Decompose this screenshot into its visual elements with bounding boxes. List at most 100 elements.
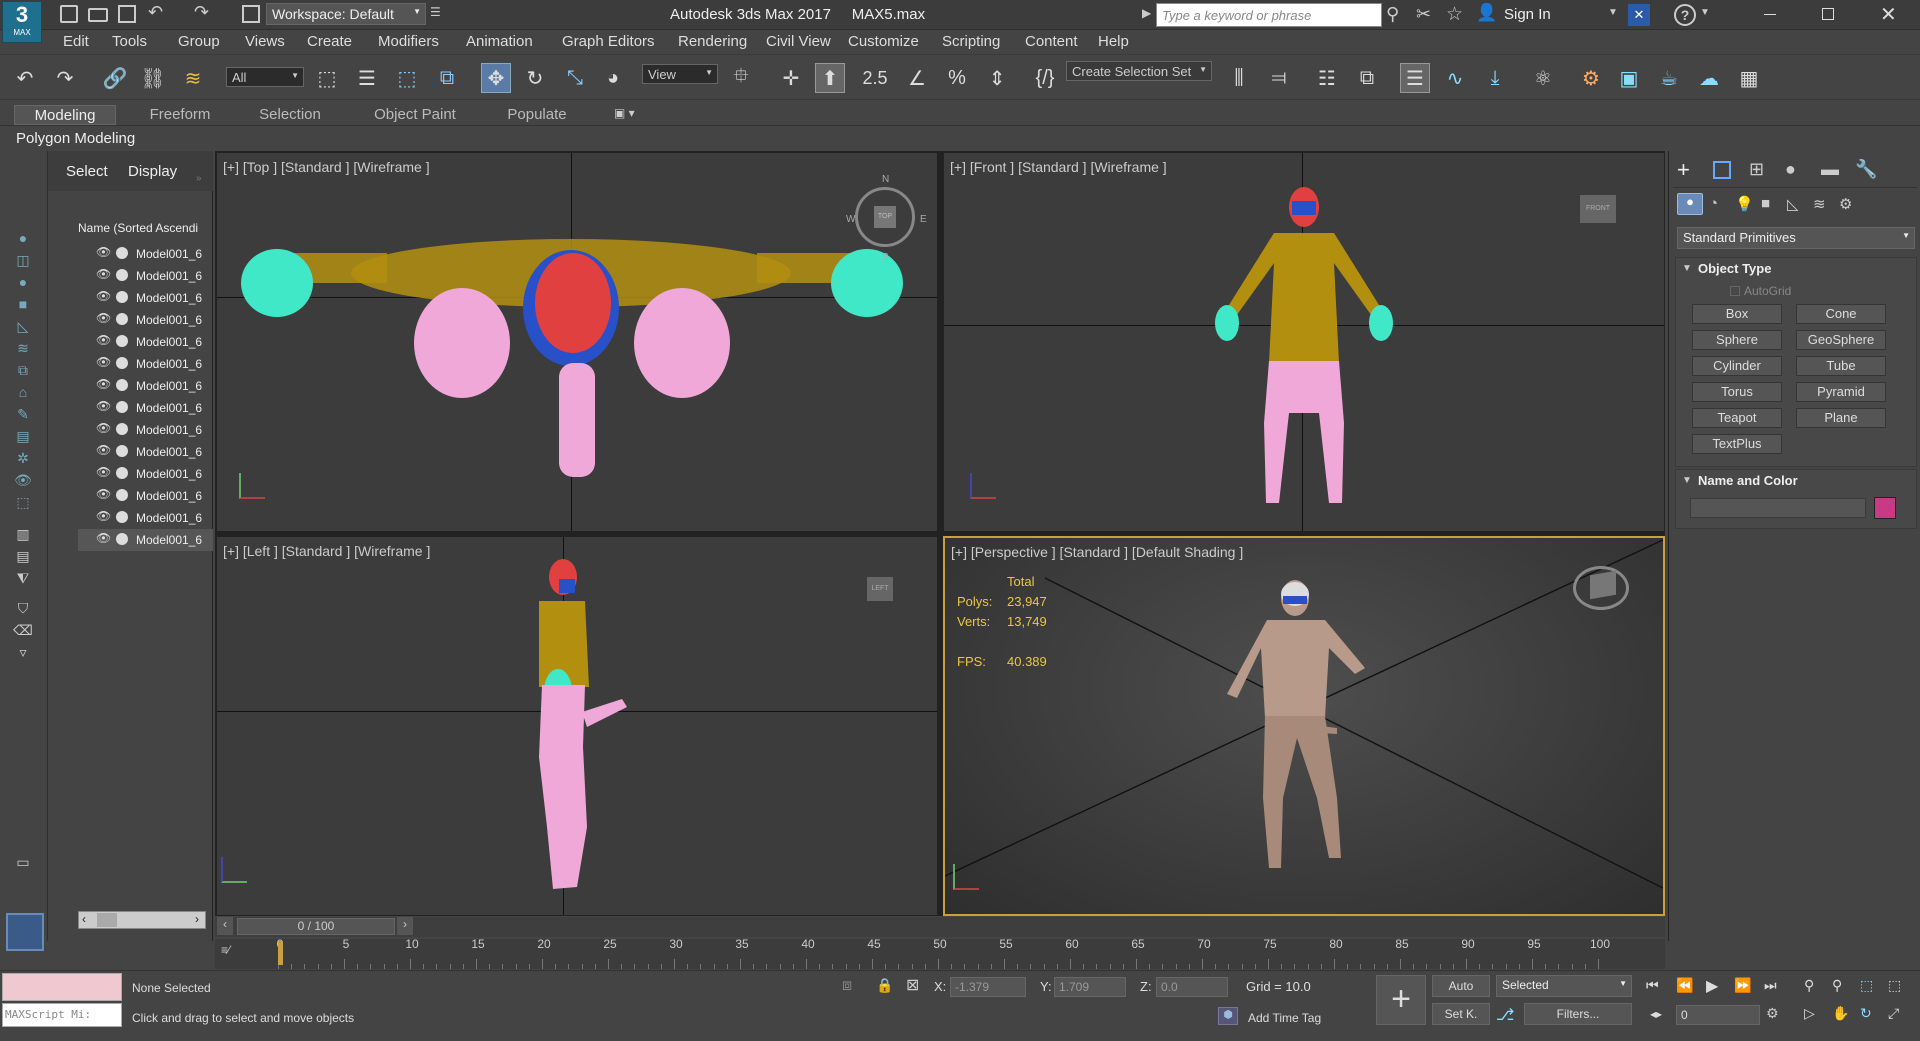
render-cloud-icon[interactable]: ☁: [1694, 63, 1724, 93]
subscription-icon[interactable]: ✂: [1416, 4, 1431, 25]
primitives-dropdown[interactable]: Standard Primitives: [1677, 227, 1915, 249]
menu-customize[interactable]: Customize: [848, 33, 919, 50]
scene-list-item[interactable]: 👁 Model001_6: [78, 265, 213, 287]
scene-list-item[interactable]: 👁 Model001_6: [78, 485, 213, 507]
scene-list-item[interactable]: 👁 Model001_6: [78, 287, 213, 309]
infocenter-arrow-icon[interactable]: ▶: [1142, 6, 1151, 20]
select-rotate-icon[interactable]: ↻: [520, 63, 550, 93]
scene-list-item[interactable]: 👁 Model001_6: [78, 507, 213, 529]
visibility-eye-icon[interactable]: 👁: [96, 531, 111, 545]
scene-list-header[interactable]: Name (Sorted Ascendi: [78, 221, 213, 241]
bones-icon[interactable]: ✎: [12, 403, 34, 425]
maxscript-listener-top[interactable]: [2, 973, 122, 1001]
mirror-icon[interactable]: ⫼: [1224, 63, 1254, 93]
viewport-layout-icon[interactable]: [6, 913, 44, 951]
spacewarps-category-icon[interactable]: ≋: [1813, 195, 1826, 213]
help-icon[interactable]: ?: [1674, 4, 1696, 26]
isolate-selection-icon[interactable]: ⧈: [842, 977, 852, 995]
ribbon-tab-modeling[interactable]: Modeling: [14, 105, 116, 125]
viewport-perspective[interactable]: [+] [Perspective ] [Standard ] [Default …: [943, 536, 1665, 916]
zoom-extents-all-icon[interactable]: ⬚: [1888, 977, 1901, 994]
ribbon-tab-object-paint[interactable]: Object Paint: [352, 105, 478, 125]
scene-explorer-icon[interactable]: ☷: [1312, 63, 1342, 93]
top-viewcube-face[interactable]: TOP: [874, 206, 896, 228]
orbit-icon[interactable]: ↻: [1860, 1005, 1872, 1022]
motion-tab-icon[interactable]: ●: [1785, 159, 1796, 180]
spacewarps-icon[interactable]: ≋: [12, 337, 34, 359]
manipulate-icon[interactable]: ✛: [776, 63, 806, 93]
close-icon[interactable]: ✕: [1880, 2, 1897, 27]
cameras-icon[interactable]: ■: [12, 293, 34, 315]
primitive-cone-button[interactable]: Cone: [1796, 304, 1886, 324]
timeline-track[interactable]: ≡⁄ 0510152025303540455055606570758085909…: [215, 937, 1665, 969]
helpers-icon[interactable]: ◺: [12, 315, 34, 337]
scene-list-item[interactable]: 👁 Model001_6: [78, 463, 213, 485]
visibility-eye-icon[interactable]: 👁: [96, 355, 111, 369]
auto-key-button[interactable]: Auto: [1432, 975, 1490, 997]
material-editor-icon[interactable]: ⚛: [1528, 63, 1558, 93]
utilities-tab-icon[interactable]: 🔧: [1855, 159, 1877, 180]
cameras-category-icon[interactable]: ■: [1761, 195, 1770, 212]
visibility-eye-icon[interactable]: 👁: [96, 333, 111, 347]
name-color-collapse-icon[interactable]: ▼: [1682, 475, 1692, 486]
menu-civil-view[interactable]: Civil View: [766, 33, 831, 50]
ribbon-options-icon[interactable]: ▣ ▾: [614, 106, 635, 120]
explorer-icon[interactable]: ▭: [12, 851, 34, 873]
tab-display[interactable]: Display: [128, 163, 177, 180]
visibility-eye-icon[interactable]: 👁: [96, 267, 111, 281]
project-icon[interactable]: [242, 5, 260, 23]
set-key-big-button[interactable]: +: [1376, 975, 1426, 1025]
menu-create[interactable]: Create: [307, 33, 352, 50]
select-by-name-icon[interactable]: ☰: [352, 63, 382, 93]
shapes-category-icon[interactable]: ◔: [1709, 195, 1718, 212]
key-mode-toggle-icon[interactable]: ◂▸: [1650, 1007, 1662, 1021]
render-setup-icon[interactable]: ⚙: [1576, 63, 1606, 93]
visibility-eye-icon[interactable]: 👁: [96, 311, 111, 325]
add-time-tag[interactable]: Add Time Tag: [1248, 1011, 1321, 1025]
curve-editor-icon[interactable]: ∿: [1440, 63, 1470, 93]
undo-icon[interactable]: ↶: [148, 2, 163, 23]
toggle-ribbon-icon[interactable]: ☰: [1400, 63, 1430, 93]
field-of-view-icon[interactable]: ▷: [1804, 1005, 1815, 1022]
unlink-icon[interactable]: ⛓: [138, 63, 168, 93]
select-scale-icon[interactable]: ⤡: [560, 63, 590, 93]
geometry-icon[interactable]: ●: [12, 227, 34, 249]
visibility-eye-icon[interactable]: 👁: [96, 289, 111, 303]
primitive-plane-button[interactable]: Plane: [1796, 408, 1886, 428]
visibility-eye-icon[interactable]: 👁: [96, 377, 111, 391]
angle-snap-icon[interactable]: ∠: [902, 63, 932, 93]
scroll-right-icon[interactable]: ›: [195, 912, 199, 926]
particle-icon[interactable]: ✲: [12, 447, 34, 469]
time-tag-icon[interactable]: ⬢: [1218, 1007, 1238, 1025]
minimize-icon[interactable]: [1764, 14, 1776, 15]
scene-list-item[interactable]: 👁 Model001_6: [78, 375, 213, 397]
visibility-eye-icon[interactable]: 👁: [96, 509, 111, 523]
absolute-mode-icon[interactable]: ⊠: [906, 975, 919, 995]
selection-lock-icon[interactable]: 🔒: [876, 977, 893, 994]
primitive-geosphere-button[interactable]: GeoSphere: [1796, 330, 1886, 350]
named-selection-dropdown[interactable]: Create Selection Set: [1066, 61, 1212, 81]
menu-graph-editors[interactable]: Graph Editors: [562, 33, 655, 50]
named-selection-icon[interactable]: {/}: [1030, 63, 1060, 93]
visibility-eye-icon[interactable]: 👁: [96, 399, 111, 413]
filters-button[interactable]: Filters...: [1524, 1003, 1632, 1025]
render-production-icon[interactable]: ☕: [1654, 63, 1684, 93]
scene-explorer-collapse-icon[interactable]: »: [196, 173, 202, 184]
key-mode-icon[interactable]: ⎇: [1496, 1005, 1514, 1025]
ribbon-tab-populate[interactable]: Populate: [492, 105, 582, 125]
primitive-pyramid-button[interactable]: Pyramid: [1796, 382, 1886, 402]
primitive-textplus-button[interactable]: TextPlus: [1692, 434, 1782, 454]
workspace-menu-icon[interactable]: ☰: [430, 5, 441, 19]
scene-list-item[interactable]: 👁 Model001_6: [78, 441, 213, 463]
primitive-tube-button[interactable]: Tube: [1796, 356, 1886, 376]
viewport-top-label[interactable]: [+] [Top ] [Standard ] [Wireframe ]: [223, 159, 430, 175]
menu-help[interactable]: Help: [1098, 33, 1129, 50]
groups-icon[interactable]: ⧉: [12, 359, 34, 381]
reference-coordinate-dropdown[interactable]: View: [642, 64, 718, 84]
name-color-title[interactable]: Name and Color: [1698, 473, 1798, 488]
primitive-torus-button[interactable]: Torus: [1692, 382, 1782, 402]
top-viewcube[interactable]: TOP N S E W: [846, 174, 927, 263]
redo-icon[interactable]: ↷: [194, 2, 209, 23]
primitive-box-button[interactable]: Box: [1692, 304, 1782, 324]
zoom-all-icon[interactable]: ⚲: [1832, 977, 1842, 994]
